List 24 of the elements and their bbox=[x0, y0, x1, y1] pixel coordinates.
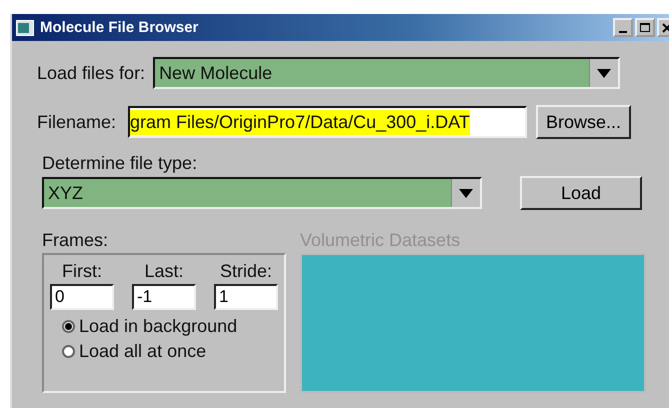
minimize-icon bbox=[619, 30, 627, 32]
load-button[interactable]: Load bbox=[520, 176, 642, 210]
section-label: Frames: bbox=[42, 230, 110, 251]
minimize-button[interactable] bbox=[613, 18, 633, 37]
window-title: Molecule File Browser bbox=[40, 19, 200, 36]
field-label: Last: bbox=[144, 261, 184, 282]
input-field[interactable]: 1 bbox=[214, 284, 278, 310]
window-icon bbox=[16, 20, 34, 36]
input-field[interactable]: -1 bbox=[132, 284, 196, 310]
field-label: Load files for: bbox=[37, 62, 146, 84]
field-label: Filename: bbox=[37, 112, 116, 132]
close-icon bbox=[662, 22, 669, 32]
field-label: First: bbox=[62, 261, 102, 282]
molecule-dropdown[interactable]: New Molecule bbox=[153, 57, 620, 89]
file-type-dropdown[interactable]: XYZ bbox=[42, 177, 482, 209]
input-field[interactable]: 0 bbox=[50, 284, 114, 310]
filename-field[interactable]: gram Files/OriginPro7/Data/Cu_300_i.DAT bbox=[128, 106, 528, 138]
maximize-button[interactable] bbox=[635, 18, 655, 37]
radio-option[interactable]: Load all at once bbox=[62, 341, 278, 362]
maximize-icon bbox=[640, 22, 650, 32]
field-label: Determine file type: bbox=[42, 153, 198, 174]
radio-option[interactable]: Load in background bbox=[62, 316, 278, 337]
browse-button[interactable]: Browse... bbox=[536, 105, 632, 139]
field-label: Stride: bbox=[220, 261, 272, 282]
